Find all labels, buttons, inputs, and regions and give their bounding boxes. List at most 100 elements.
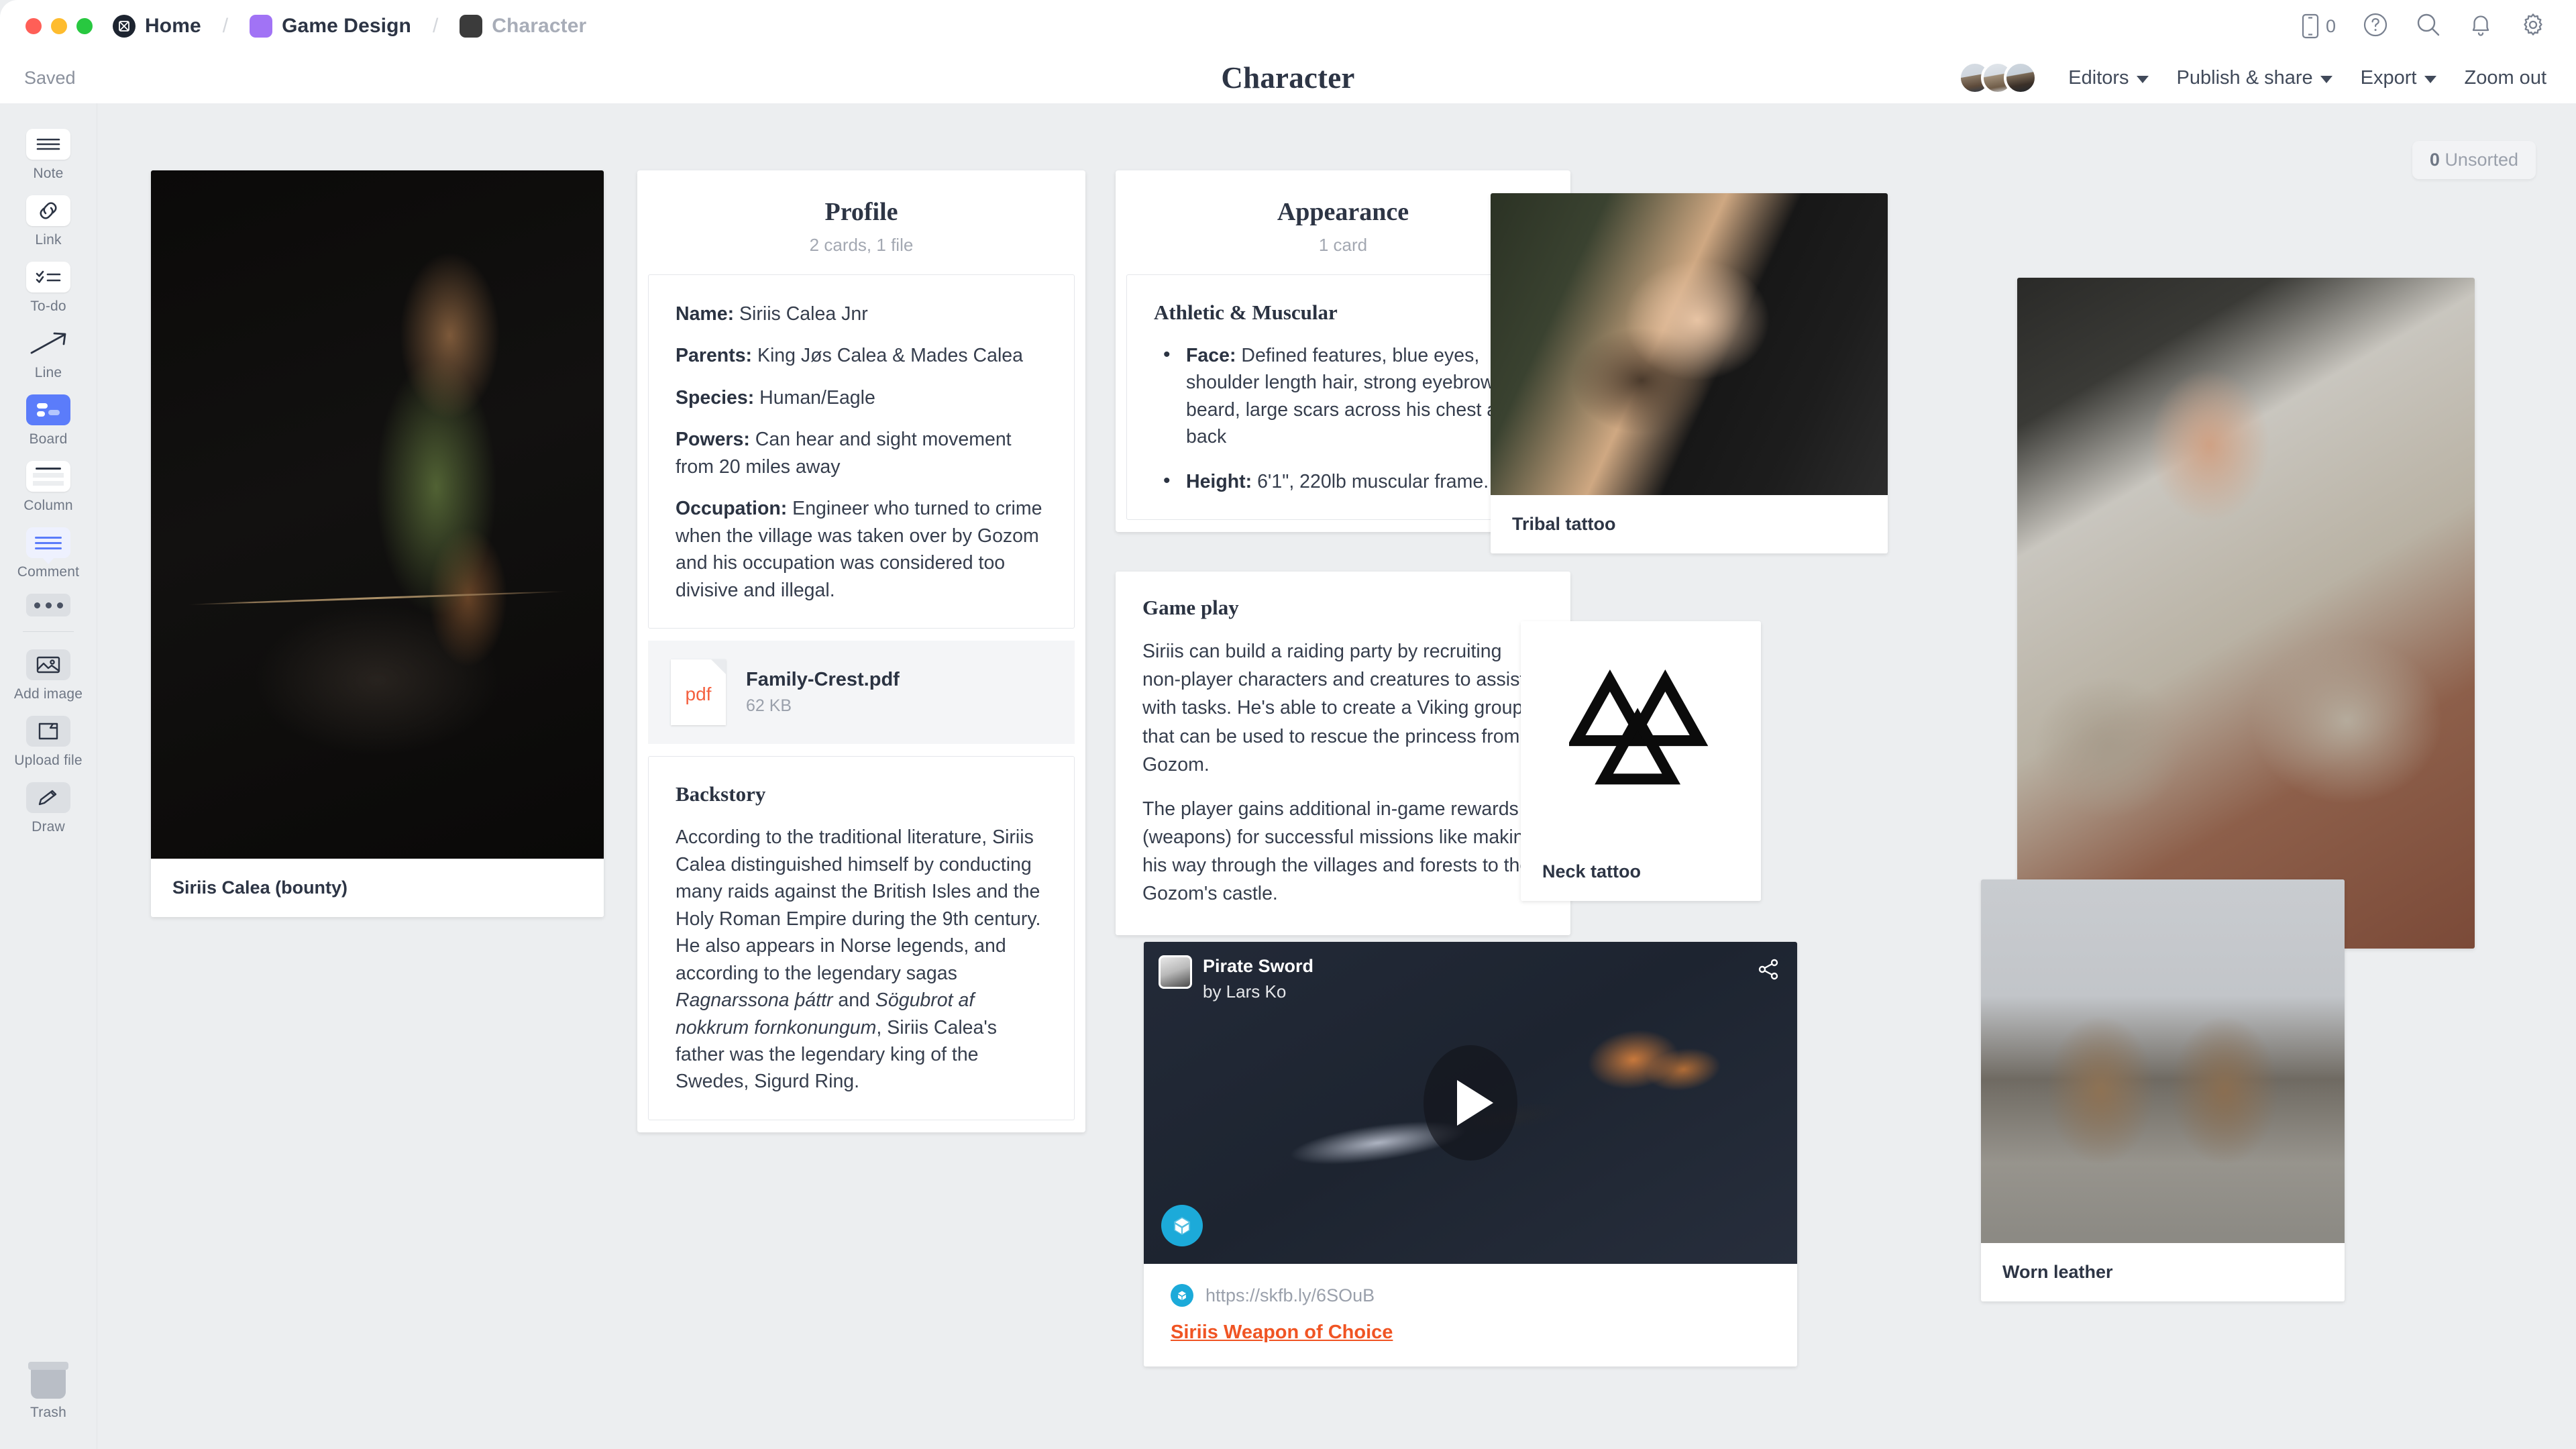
purple-board-icon (250, 15, 273, 38)
mobile-button[interactable]: 0 (2302, 13, 2336, 39)
todo-icon (26, 262, 70, 292)
video-link-label[interactable]: Siriis Weapon of Choice (1171, 1322, 1393, 1344)
image-caption: Worn leather (1981, 1243, 2345, 1301)
column-header-profile: Profile 2 cards, 1 file (637, 170, 1085, 274)
breadcrumb-label-home: Home (145, 15, 201, 37)
tool-draw[interactable]: Draw (11, 782, 86, 835)
image-card-archer[interactable]: Siriis Calea (bounty) (151, 170, 604, 917)
breadcrumb-label-character: Character (492, 15, 587, 37)
tool-upload-file[interactable]: Upload file (11, 716, 86, 769)
tool-line[interactable]: Line (11, 328, 86, 381)
appearance-bullet-list: Face: Defined features, blue eyes, shoul… (1154, 341, 1532, 496)
search-icon[interactable] (2415, 11, 2442, 42)
unsorted-badge[interactable]: 0 Unsorted (2412, 141, 2536, 179)
board-icon (26, 394, 70, 425)
image-caption: Siriis Calea (bounty) (151, 859, 604, 917)
close-window-button[interactable] (25, 18, 42, 34)
tool-link[interactable]: Link (11, 195, 86, 248)
trash-button[interactable]: Trash (28, 1362, 68, 1421)
notifications-bell-icon[interactable] (2469, 12, 2493, 41)
image-card-tribal-tattoo[interactable]: Tribal tattoo (1491, 193, 1888, 553)
breadcrumb-label-game-design: Game Design (282, 15, 411, 37)
image-card-worn-leather[interactable]: Worn leather (1981, 879, 2345, 1301)
trash-icon (28, 1362, 68, 1399)
tool-label-note: Note (33, 166, 64, 181)
tool-label-upload-file: Upload file (14, 753, 83, 768)
milanote-app-window: Home / Game Design / Character 0 Saved C… (0, 0, 2576, 1449)
mobile-count: 0 (2325, 15, 2336, 36)
viking-warrior-photo (2017, 278, 2475, 949)
share-icon[interactable] (1757, 958, 1780, 984)
link-icon (26, 195, 70, 226)
column-icon (26, 461, 70, 492)
breadcrumb-separator: / (222, 15, 229, 37)
tool-label-add-image: Add image (13, 686, 83, 702)
breadcrumb-item-home[interactable]: Home (113, 15, 201, 38)
pdf-label: pdf (685, 684, 712, 705)
title-bar: Home / Game Design / Character 0 (0, 0, 2576, 52)
valknut-symbol (1521, 621, 1761, 843)
tool-column[interactable]: Column (11, 461, 86, 514)
draw-pencil-icon (26, 782, 70, 813)
profile-field-species: Species: Human/Eagle (676, 386, 875, 409)
profile-field-parents: Parents: King Jøs Calea & Mades Calea (676, 345, 1023, 367)
tool-add-image[interactable]: Add image (11, 649, 86, 702)
sketchfab-small-icon (1171, 1284, 1193, 1307)
image-card-viking-warrior[interactable] (2017, 278, 2475, 949)
list-item: Face: Defined features, blue eyes, shoul… (1154, 341, 1532, 451)
backstory-text: According to the traditional literature,… (676, 826, 1041, 1093)
column-profile[interactable]: Profile 2 cards, 1 file Name: Siriis Cal… (637, 170, 1085, 1132)
page-title: Character (1221, 61, 1355, 95)
profile-field-powers: Powers: Can hear and sight movement from… (676, 429, 1012, 478)
note-icon (26, 129, 70, 160)
column-subtitle: 2 cards, 1 file (809, 235, 914, 255)
maximize-window-button[interactable] (76, 18, 93, 34)
note-card-backstory[interactable]: Backstory According to the traditional l… (648, 756, 1075, 1120)
trash-label: Trash (30, 1405, 66, 1420)
file-attachment-family-crest[interactable]: pdf Family-Crest.pdf 62 KB (648, 641, 1075, 745)
appearance-card-title: Athletic & Muscular (1154, 301, 1338, 324)
tool-label-link: Link (35, 232, 62, 248)
sub-toolbar: Saved Character Editors Publish & share … (0, 52, 2576, 103)
milanote-logo-icon (113, 15, 136, 38)
tribal-tattoo-photo (1491, 193, 1888, 495)
video-preview[interactable]: Pirate Sword by Lars Ko (1144, 942, 1797, 1264)
breadcrumb-item-game-design[interactable]: Game Design (250, 15, 411, 38)
gameplay-title: Game play (1142, 596, 1239, 619)
column-title: Profile (824, 198, 898, 226)
note-card-profile-fields[interactable]: Name: Siriis Calea Jnr Parents: King Jøs… (648, 274, 1075, 629)
file-size: 62 KB (746, 696, 792, 716)
backstory-title: Backstory (676, 782, 766, 806)
video-url-row[interactable]: https://skfb.ly/6SOuB (1171, 1284, 1770, 1307)
profile-field-occupation: Occupation: Engineer who turned to crime… (676, 498, 1042, 601)
tool-more[interactable] (11, 594, 86, 616)
image-caption: Neck tattoo (1521, 843, 1761, 901)
tool-note[interactable]: Note (11, 129, 86, 182)
dark-board-icon (460, 15, 483, 38)
list-item: Height: 6'1", 220lb muscular frame. (1154, 467, 1532, 496)
settings-gear-icon[interactable] (2520, 11, 2546, 42)
play-button[interactable] (1424, 1045, 1517, 1161)
breadcrumb: Home / Game Design / Character (113, 15, 586, 38)
sketchfab-logo-icon (1161, 1205, 1203, 1246)
video-title: Pirate Sword (1203, 956, 1314, 976)
comment-icon (26, 527, 70, 564)
tool-rail: Note Link To-do Line Board Column Commen… (0, 103, 97, 1449)
tool-label-column: Column (23, 498, 73, 513)
minimize-window-button[interactable] (51, 18, 67, 34)
tool-comment[interactable]: Comment (11, 527, 86, 580)
image-card-neck-tattoo[interactable]: Neck tattoo (1521, 621, 1761, 901)
breadcrumb-item-character[interactable]: Character (460, 15, 586, 38)
embed-card-pirate-sword[interactable]: Pirate Sword by Lars Ko https://skfb.ly/… (1144, 942, 1797, 1366)
video-footer: https://skfb.ly/6SOuB Siriis Weapon of C… (1144, 1264, 1797, 1366)
help-icon[interactable] (2363, 12, 2388, 41)
more-dots-icon (26, 594, 70, 616)
board-canvas[interactable]: 0 Unsorted Siriis Calea (bounty) Profile… (97, 103, 2576, 1449)
titlebar-actions: 0 (2302, 11, 2576, 42)
tool-label-board: Board (29, 431, 68, 447)
editor-avatars[interactable] (1958, 61, 2038, 95)
note-card-gameplay[interactable]: Game play Siriis can build a raiding par… (1116, 572, 1570, 935)
rail-divider (23, 631, 74, 632)
tool-todo[interactable]: To-do (11, 262, 86, 315)
tool-board[interactable]: Board (11, 394, 86, 447)
